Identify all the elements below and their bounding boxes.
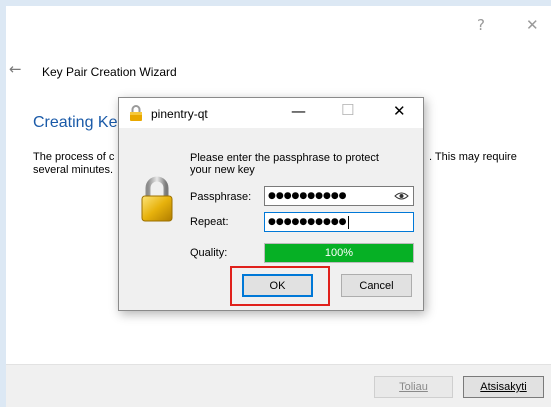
next-button-label: Toliau [399,381,428,393]
passphrase-value: ●●●●●●●●●● [268,191,347,201]
minimize-button[interactable]: — [291,102,306,120]
dialog-close-button[interactable]: ✕ [393,102,406,120]
maximize-button[interactable]: ☐ [341,101,354,119]
dialog-title: pinentry-qt [151,107,208,121]
description-right: . This may require [429,151,517,163]
description-left-text: The process of c several minutes. [33,151,115,176]
repeat-label: Repeat: [190,216,229,228]
wizard-cancel-button[interactable]: Atsisakyti [463,376,544,398]
ok-button-highlight [230,266,330,306]
padlock-icon [140,176,174,227]
cancel-button[interactable]: Cancel [341,274,412,297]
wizard-title: Key Pair Creation Wizard [42,65,177,79]
page-heading: Creating Ke [33,114,118,131]
passphrase-label: Passphrase: [190,191,252,203]
eye-icon[interactable] [394,191,409,204]
dialog-title-bar: pinentry-qt — ☐ ✕ [119,98,423,128]
back-arrow-icon[interactable]: ← [9,60,22,78]
quality-label: Quality: [190,247,228,259]
quality-value: 100% [324,247,354,259]
help-button[interactable]: ? [477,16,485,34]
next-button[interactable]: Toliau [374,376,453,398]
repeat-value: ●●●●●●●●●● [268,217,347,227]
cancel-button-label: Cancel [359,279,394,292]
lock-icon [129,105,143,127]
passphrase-prompt: Please enter the passphrase to protect y… [190,152,379,176]
close-button[interactable]: ✕ [526,16,539,34]
text-cursor [347,215,349,229]
wizard-title-bar: ? ✕ [6,6,551,46]
wizard-footer: Toliau Atsisakyti [6,364,551,407]
repeat-field[interactable]: ●●●●●●●●●● [264,212,414,232]
passphrase-field[interactable]: ●●●●●●●●●● [264,186,414,206]
quality-bar: 100% [264,243,414,263]
wizard-cancel-button-label: Atsisakyti [480,381,527,393]
